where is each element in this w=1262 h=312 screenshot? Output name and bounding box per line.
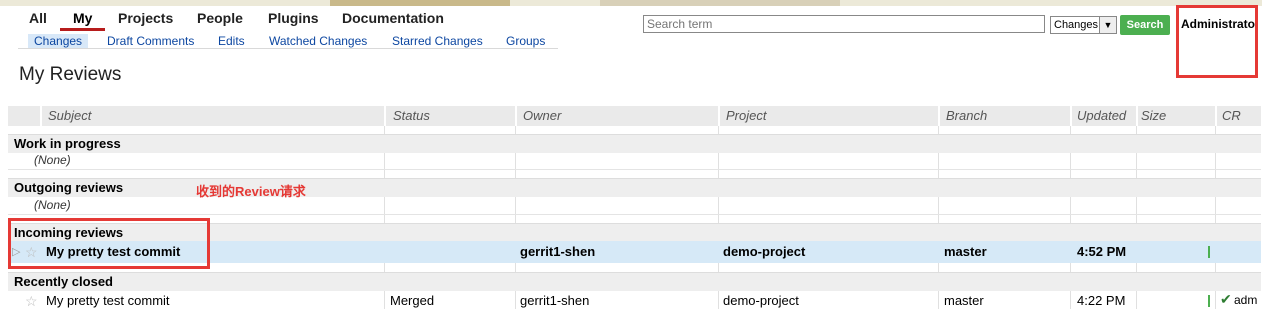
change-branch[interactable]: master <box>944 244 987 259</box>
col-owner[interactable]: Owner <box>523 108 561 123</box>
subnav-watched-changes[interactable]: Watched Changes <box>269 34 367 48</box>
browser-top-strip <box>0 0 1262 6</box>
size-bar <box>1208 295 1210 307</box>
subnav-draft-comments[interactable]: Draft Comments <box>107 34 194 48</box>
col-size[interactable]: Size <box>1141 108 1166 123</box>
change-subject[interactable]: My pretty test commit <box>46 293 170 308</box>
empty-row: (None) <box>8 152 1261 170</box>
cr-approver: adm <box>1234 293 1258 307</box>
col-subject[interactable]: Subject <box>48 108 91 123</box>
nav-my[interactable]: My <box>73 10 92 26</box>
empty-text: (None) <box>34 153 71 167</box>
table-header: Subject Status Owner Project Branch Upda… <box>8 106 1261 126</box>
check-icon: ✔ <box>1220 291 1232 307</box>
user-menu[interactable]: Administrato <box>1181 17 1258 31</box>
change-status: Merged <box>390 293 435 308</box>
change-owner[interactable]: gerrit1-shen <box>520 244 595 259</box>
subnav-changes[interactable]: Changes <box>28 34 89 48</box>
col-status[interactable]: Status <box>393 108 430 123</box>
size-bar <box>1208 246 1210 258</box>
change-updated: 4:52 PM <box>1077 244 1127 259</box>
col-branch[interactable]: Branch <box>946 108 987 123</box>
subnav-groups[interactable]: Groups <box>506 34 545 48</box>
col-updated[interactable]: Updated <box>1077 108 1126 123</box>
nav-people[interactable]: People <box>197 10 243 26</box>
section-title: Work in progress <box>14 136 121 151</box>
col-cr[interactable]: CR <box>1222 108 1241 123</box>
nav-plugins[interactable]: Plugins <box>268 10 319 26</box>
section-title: Outgoing reviews <box>14 180 124 195</box>
subnav-edits[interactable]: Edits <box>218 34 245 48</box>
user-highlight-box <box>1176 5 1258 78</box>
annotation-label: 收到的Review请求 <box>196 184 306 199</box>
chevron-down-icon: ▼ <box>1099 17 1116 33</box>
col-project[interactable]: Project <box>726 108 766 123</box>
section-title: Recently closed <box>14 274 113 289</box>
incoming-highlight-box <box>8 218 210 269</box>
star-icon[interactable]: ☆ <box>25 293 38 310</box>
section-work-in-progress: Work in progress <box>8 134 1261 153</box>
search-button[interactable]: Search <box>1120 15 1170 35</box>
search-scope-select[interactable]: Changes ▼ <box>1050 16 1117 34</box>
section-recently-closed: Recently closed <box>8 272 1261 291</box>
change-project[interactable]: demo-project <box>723 244 805 259</box>
change-updated: 4:22 PM <box>1077 293 1126 308</box>
nav-documentation[interactable]: Documentation <box>342 10 444 26</box>
active-tab-indicator <box>60 28 105 31</box>
search-scope-value: Changes <box>1054 19 1099 31</box>
change-project[interactable]: demo-project <box>723 293 799 308</box>
search-input[interactable] <box>643 15 1045 33</box>
change-owner[interactable]: gerrit1-shen <box>520 293 589 308</box>
subnav-starred-changes[interactable]: Starred Changes <box>392 34 483 48</box>
page-title: My Reviews <box>19 64 122 85</box>
change-branch[interactable]: master <box>944 293 984 308</box>
nav-all[interactable]: All <box>29 10 47 26</box>
nav-projects[interactable]: Projects <box>118 10 173 26</box>
empty-text: (None) <box>34 198 71 212</box>
